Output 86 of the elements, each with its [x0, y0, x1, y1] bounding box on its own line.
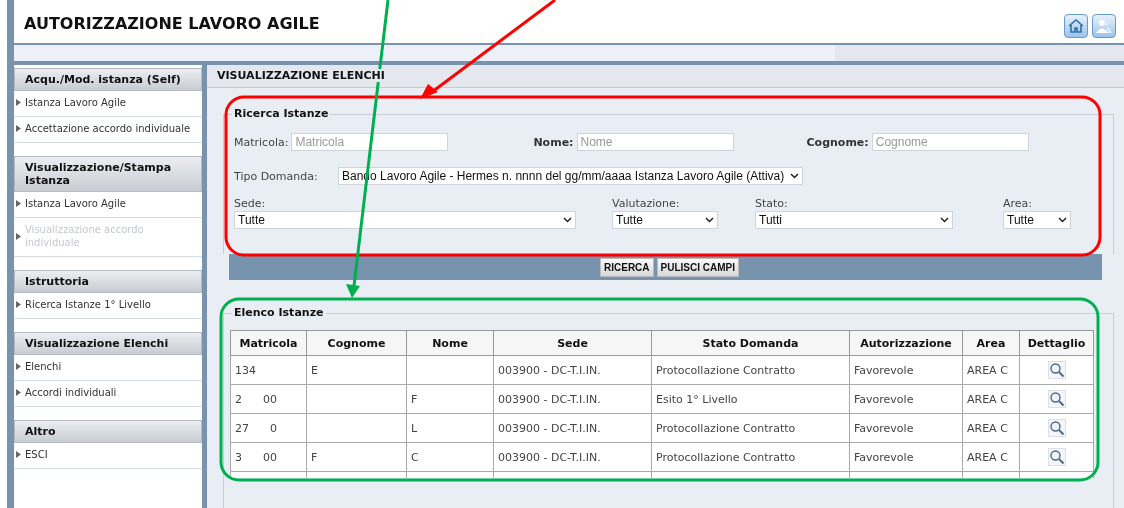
field-label: Valutazione: — [612, 197, 681, 210]
triangle-icon — [16, 200, 21, 207]
table-cell: 003900 - DC-T.I.IN. — [498, 392, 601, 406]
table-cell: Protocollazione Contratto — [656, 450, 796, 464]
field-label: Area: — [1003, 197, 1034, 210]
chevron-icon — [1058, 217, 1067, 223]
table-cell: AREA C — [967, 392, 1008, 406]
app-title: AUTORIZZAZIONE LAVORO AGILE — [24, 14, 320, 33]
table-cell: AREA C — [967, 421, 1008, 435]
table-cell: 134 — [235, 363, 256, 377]
table-cell: E — [311, 363, 318, 377]
triangle-icon — [16, 451, 21, 458]
input-field[interactable]: Matricola — [291, 133, 449, 151]
table-cell: Favorevole — [854, 392, 914, 406]
table-cell: Favorevole — [854, 363, 914, 377]
field-label: Matricola: — [234, 135, 289, 149]
sidebar-section-header: Acqu./Mod. istanza (Self) — [14, 68, 202, 91]
column-header: Stato Domanda — [651, 330, 850, 356]
table-cell: 2 00 — [235, 392, 277, 406]
chevron-icon — [705, 217, 714, 223]
field-label: Sede: — [234, 197, 267, 210]
sidebar-item[interactable]: Elenchi — [14, 355, 202, 381]
dropdown[interactable]: Tutte — [234, 211, 576, 229]
column-header: Autorizzazione — [849, 330, 963, 356]
page-title: VISUALIZZAZIONE ELENCHI — [217, 69, 385, 82]
table-cell: AREA C — [967, 363, 1008, 377]
table-cell: 003900 - DC-T.I.IN. — [498, 363, 601, 377]
home-button[interactable] — [1064, 13, 1088, 38]
magnifier-icon[interactable] — [1047, 419, 1066, 437]
sidebar-item[interactable]: Accordi individuali — [14, 381, 202, 407]
input-field[interactable]: Cognome — [871, 133, 1029, 151]
table-cell: 003900 - DC-T.I.IN. — [498, 421, 601, 435]
magnifier-icon[interactable] — [1047, 448, 1066, 466]
table-cell: F — [411, 392, 418, 406]
sidebar-item[interactable]: Ricerca Istanze 1° Livello — [14, 293, 202, 319]
table-cell: AREA C — [967, 450, 1008, 464]
sidebar-section-header: Altro — [14, 420, 202, 443]
column-header: Sede — [493, 330, 652, 356]
field-label: Tipo Domanda: — [234, 169, 319, 183]
sidebar-section-header: Visualizzazione Elenchi — [14, 332, 202, 355]
column-header: Area — [962, 330, 1020, 356]
sidebar-item[interactable]: Istanza Lavoro Agile — [14, 192, 202, 218]
form-button[interactable]: RICERCA — [600, 257, 654, 277]
triangle-icon — [16, 301, 21, 308]
triangle-icon — [16, 99, 21, 106]
table-cell: 003900 - DC-T.I.IN. — [498, 450, 601, 464]
table-cell: Esito 1° Livello — [656, 392, 738, 406]
sidebar-item[interactable]: ESCI — [14, 443, 202, 469]
table-cell: F — [311, 450, 318, 464]
column-header: Dettaglio — [1019, 330, 1094, 356]
form-button[interactable]: PULISCI CAMPI — [656, 257, 739, 277]
table-cell: C — [411, 450, 419, 464]
column-header: Nome — [406, 330, 494, 356]
dropdown[interactable]: Tutte — [1003, 211, 1071, 229]
table-cell: Protocollazione Contratto — [656, 363, 796, 377]
triangle-icon — [16, 232, 21, 240]
table-cell: Favorevole — [854, 450, 914, 464]
column-header: Cognome — [306, 330, 407, 356]
chevron-icon — [790, 173, 800, 179]
fieldset-legend: Ricerca Istanze — [232, 107, 331, 120]
triangle-icon — [16, 125, 21, 132]
triangle-icon — [16, 363, 21, 370]
table-cell: 3 00 — [235, 450, 277, 464]
column-header: Matricola — [230, 330, 307, 356]
input-field[interactable]: Nome — [576, 133, 734, 151]
home-icon — [1067, 16, 1085, 35]
dropdown[interactable]: Tutte — [612, 211, 718, 229]
triangle-icon — [16, 389, 21, 396]
sidebar-item[interactable]: Accettazione accordo individuale — [14, 117, 202, 143]
field-label: Stato: — [755, 197, 789, 210]
table-cell: Favorevole — [854, 421, 914, 435]
magnifier-icon[interactable] — [1047, 390, 1066, 408]
table-cell: 27 0 — [235, 421, 277, 435]
users-button[interactable] — [1092, 13, 1116, 38]
sidebar-section-header: Istruttoria — [14, 270, 202, 293]
fieldset-legend: Elenco Istanze — [232, 306, 326, 319]
field-label: Nome: — [533, 135, 574, 149]
sidebar-section-header: Visualizzazione/Stampa Istanza — [14, 156, 202, 192]
field-label: Cognome: — [806, 135, 869, 149]
dropdown[interactable]: Tutti — [755, 211, 953, 229]
sidebar-item[interactable]: Istanza Lavoro Agile — [14, 91, 202, 117]
chevron-icon — [940, 217, 949, 223]
chevron-icon — [563, 217, 572, 223]
table-cell: Protocollazione Contratto — [656, 421, 796, 435]
magnifier-icon[interactable] — [1047, 361, 1066, 379]
table-cell: L — [411, 421, 418, 435]
